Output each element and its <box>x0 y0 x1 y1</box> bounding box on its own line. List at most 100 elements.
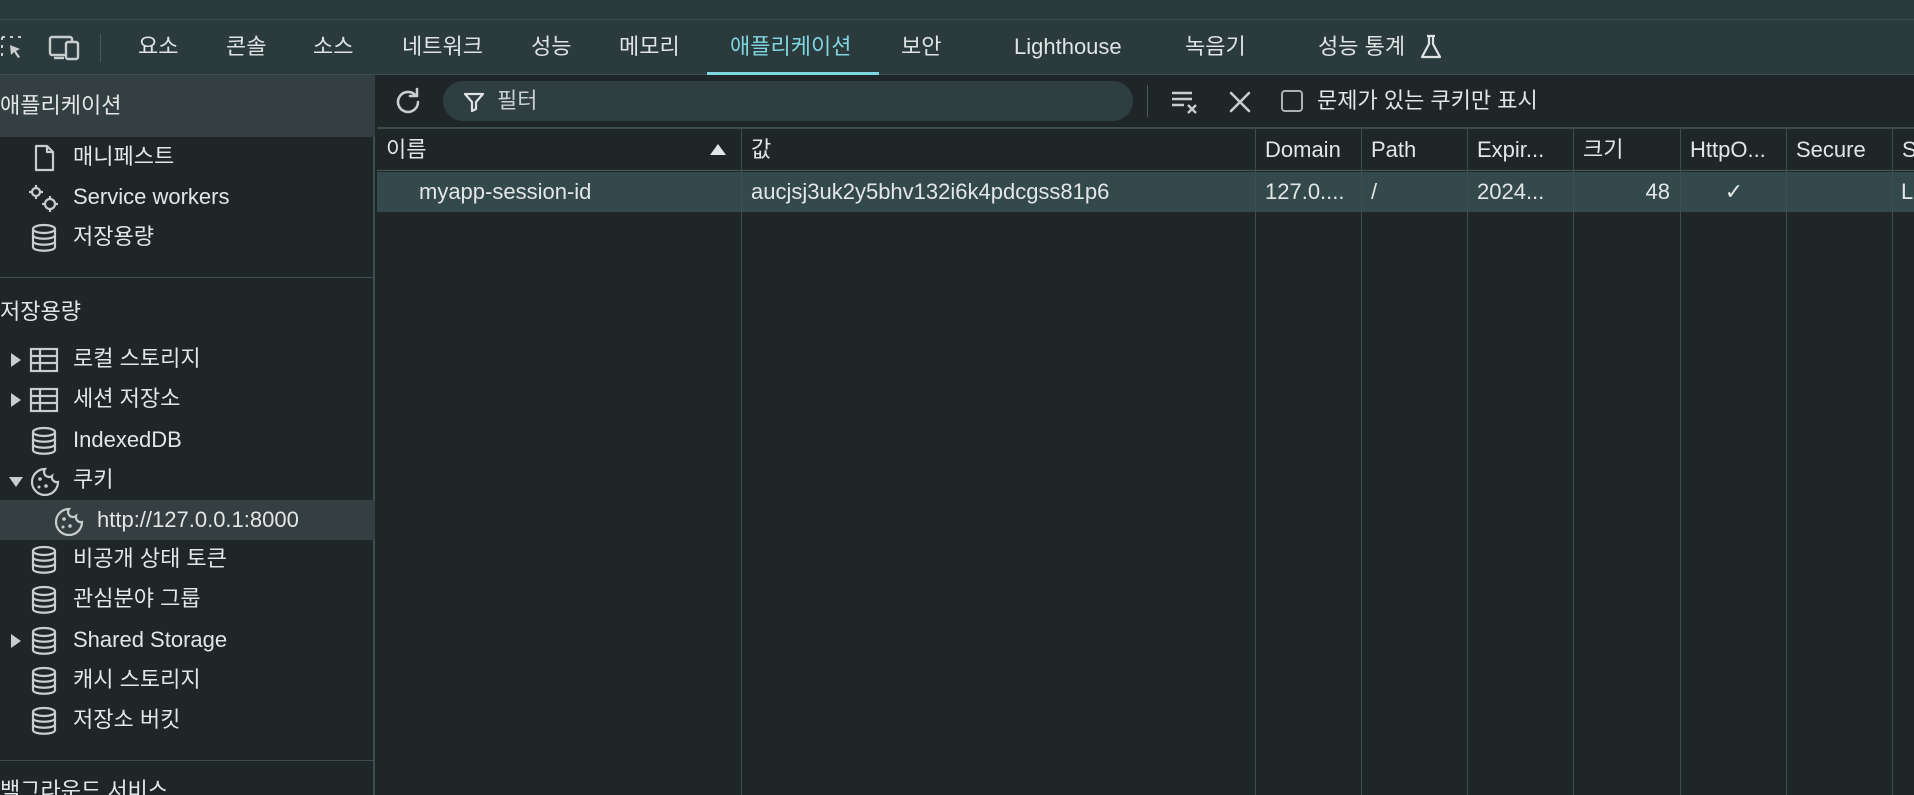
sidebar-item-local-storage[interactable]: 로컬 스토리지 <box>0 339 375 379</box>
column-divider[interactable] <box>1255 129 1256 795</box>
sidebar-divider <box>0 760 375 761</box>
cookie-domain-cell: 127.0.... <box>1265 179 1345 204</box>
tab-elements[interactable]: 요소 <box>138 20 178 75</box>
tab-lighthouse[interactable]: Lighthouse <box>1014 20 1122 75</box>
cookie-icon <box>29 466 60 497</box>
database-icon <box>29 223 59 253</box>
sidebar-item-service-workers[interactable]: Service workers <box>0 177 375 217</box>
column-header-value[interactable]: 값 <box>742 129 1254 171</box>
sidebar-item-label: Shared Storage <box>73 627 228 652</box>
cookies-table: 이름 값 Domain Path Expir... 크기 HttpO... Se… <box>377 129 1914 795</box>
expand-arrow-icon[interactable] <box>11 393 21 407</box>
column-divider[interactable] <box>1892 129 1893 795</box>
sidebar-item-label: 저장소 버킷 <box>73 707 181 732</box>
sidebar-item-storage-buckets[interactable]: 저장소 버킷 <box>0 700 375 740</box>
cookies-toolbar: 문제가 있는 쿠키만 표시 <box>377 75 1914 129</box>
sidebar-section-application: 애플리케이션 <box>0 75 375 137</box>
tab-security[interactable]: 보안 <box>901 20 941 75</box>
cookie-samesite-cell: L <box>1901 179 1914 204</box>
devtools-tabbar: 요소 콘솔 소스 네트워크 성능 메모리 애플리케이션 보안 Lighthous… <box>0 20 1914 75</box>
sidebar-item-label: 관심분야 그룹 <box>73 586 201 611</box>
only-issues-label[interactable]: 문제가 있는 쿠키만 표시 <box>1317 75 1538 129</box>
collapse-arrow-icon[interactable] <box>9 477 23 487</box>
expand-arrow-icon[interactable] <box>11 353 21 367</box>
column-divider[interactable] <box>1361 129 1362 795</box>
device-toolbar-icon[interactable] <box>48 33 82 66</box>
sidebar-item-label: 비공개 상태 토큰 <box>73 546 227 571</box>
sidebar-item-shared-storage[interactable]: Shared Storage <box>0 620 375 660</box>
database-icon <box>29 545 59 575</box>
database-icon <box>29 585 59 615</box>
sidebar-item-private-state-tokens[interactable]: 비공개 상태 토큰 <box>0 539 375 579</box>
sidebar-item-label: 로컬 스토리지 <box>73 346 201 371</box>
gears-icon <box>26 183 58 213</box>
filter-box <box>443 81 1133 121</box>
filter-input[interactable] <box>497 81 1117 121</box>
cookie-httponly-cell: ✓ <box>1724 179 1744 204</box>
sidebar-item-interest-groups[interactable]: 관심분야 그룹 <box>0 579 375 619</box>
column-divider[interactable] <box>1786 129 1787 795</box>
only-issues-checkbox[interactable] <box>1281 90 1303 112</box>
tab-console[interactable]: 콘솔 <box>226 20 266 75</box>
sidebar-item-label: 쿠키 <box>73 467 114 492</box>
column-header-name[interactable]: 이름 <box>377 129 732 171</box>
cookie-size-cell: 48 <box>1645 179 1670 204</box>
sidebar-item-session-storage[interactable]: 세션 저장소 <box>0 379 375 419</box>
column-divider[interactable] <box>1467 129 1468 795</box>
column-divider[interactable] <box>1573 129 1574 795</box>
sidebar-item-label: 저장용량 <box>73 224 154 249</box>
table-icon <box>29 385 59 415</box>
sidebar-item-cache-storage[interactable]: 캐시 스토리지 <box>0 660 375 700</box>
cookie-path-cell: / <box>1371 179 1378 204</box>
sidebar-item-label: 캐시 스토리지 <box>73 667 201 692</box>
toolbar-separator <box>1147 85 1148 117</box>
inspect-element-icon[interactable] <box>0 33 26 66</box>
clear-all-cookies-icon[interactable] <box>1227 89 1253 120</box>
column-header-httponly[interactable]: HttpO... <box>1681 129 1785 171</box>
refresh-icon[interactable] <box>391 85 425 124</box>
sidebar-item-cookies[interactable]: 쿠키 <box>0 460 375 500</box>
table-row[interactable]: myapp-session-id aucjsj3uk2y5bhv132i6k4p… <box>377 172 1914 212</box>
sort-ascending-icon <box>710 144 726 155</box>
sidebar-item-label: Service workers <box>73 184 230 209</box>
cookies-panel: 문제가 있는 쿠키만 표시 이름 값 Domain Path Expir... … <box>377 75 1914 795</box>
cookie-name-cell: myapp-session-id <box>419 179 592 204</box>
tab-sources[interactable]: 소스 <box>313 20 353 75</box>
sidebar-item-indexeddb[interactable]: IndexedDB <box>0 420 375 460</box>
tab-performance-insights[interactable]: 성능 통계 <box>1318 20 1405 75</box>
column-divider[interactable] <box>1680 129 1681 795</box>
tab-application[interactable]: 애플리케이션 <box>730 20 851 75</box>
cookie-value-cell: aucjsj3uk2y5bhv132i6k4pdcgss81p6 <box>751 179 1110 204</box>
column-header-expires[interactable]: Expir... <box>1468 129 1572 171</box>
application-sidebar: 애플리케이션 매니페스트 Service workers 저장용량 저장용량 로… <box>0 75 375 795</box>
column-header-secure[interactable]: Secure <box>1787 129 1891 171</box>
column-divider[interactable] <box>741 129 742 795</box>
filter-icon <box>463 91 485 118</box>
column-header-size[interactable]: 크기 <box>1574 129 1678 171</box>
file-icon <box>29 143 59 173</box>
sidebar-section-background-services: 백그라운드 서비스 <box>0 778 169 795</box>
column-header-samesite[interactable]: S <box>1893 129 1914 171</box>
tab-memory[interactable]: 메모리 <box>619 20 680 75</box>
tab-performance[interactable]: 성능 <box>531 20 571 75</box>
sidebar-item-label: http://127.0.0.1:8000 <box>97 507 299 532</box>
sidebar-section-storage: 저장용량 <box>0 299 81 324</box>
cookie-expires-cell: 2024... <box>1477 179 1545 204</box>
sidebar-divider <box>0 277 375 278</box>
column-header-domain[interactable]: Domain <box>1256 129 1360 171</box>
tab-recorder[interactable]: 녹음기 <box>1185 20 1246 75</box>
expand-arrow-icon[interactable] <box>11 634 21 648</box>
column-header-path[interactable]: Path <box>1362 129 1466 171</box>
sidebar-item-storage-overview[interactable]: 저장용량 <box>0 217 375 257</box>
table-icon <box>29 345 59 375</box>
window-top-strip <box>0 0 1914 20</box>
clear-filtered-cookies-icon[interactable] <box>1169 87 1201 122</box>
tab-network[interactable]: 네트워크 <box>402 20 483 75</box>
sidebar-item-cookie-origin[interactable]: http://127.0.0.1:8000 <box>0 500 375 540</box>
sidebar-item-label: 매니페스트 <box>73 144 175 169</box>
database-icon <box>29 666 59 696</box>
cookie-icon <box>53 506 84 537</box>
database-icon <box>29 626 59 656</box>
sidebar-item-manifest[interactable]: 매니페스트 <box>0 137 375 177</box>
sidebar-item-label: 세션 저장소 <box>73 386 181 411</box>
